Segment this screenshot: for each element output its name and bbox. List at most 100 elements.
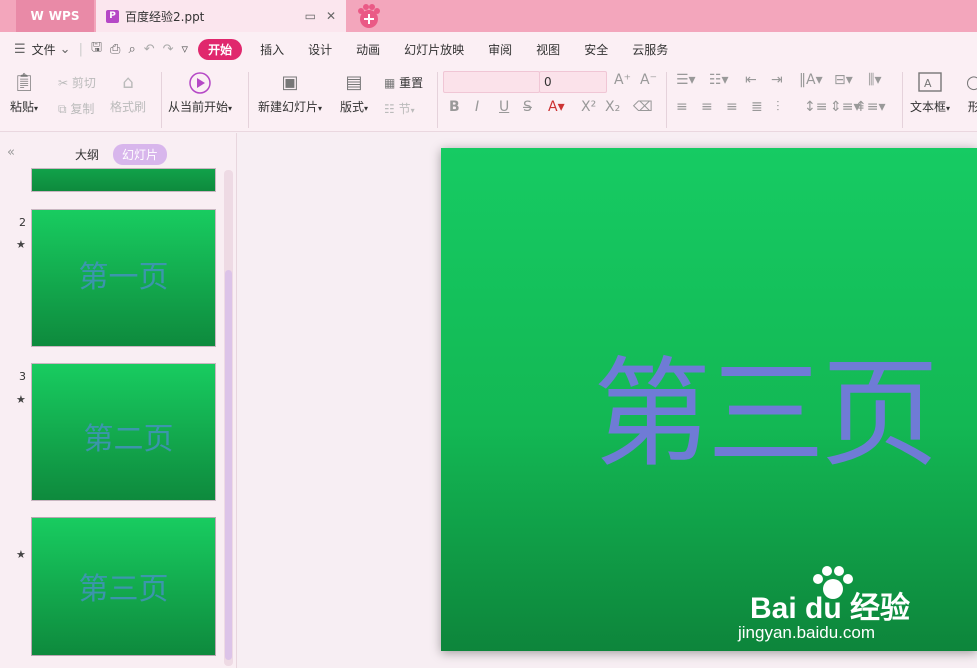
underline-icon[interactable]: U: [499, 99, 509, 115]
paste-button[interactable]: 📋︎ 粘贴▾: [10, 72, 38, 115]
shape-icon: ○: [966, 72, 977, 93]
italic-icon[interactable]: I: [475, 99, 479, 115]
layout-button[interactable]: ▤ 版式▾: [340, 72, 368, 115]
new-slide-label: 新建幻灯片: [258, 100, 319, 114]
tab-animation[interactable]: 动画: [344, 41, 392, 58]
wps-home-tab[interactable]: W WPS: [16, 0, 94, 32]
cut-label: 剪切: [71, 76, 96, 90]
play-from-current-label: 从当前开始: [168, 100, 229, 114]
increase-font-icon[interactable]: A⁺: [614, 72, 631, 88]
customize-toolbar-icon[interactable]: ▿: [182, 42, 189, 57]
font-size-value: 0: [544, 75, 552, 89]
copy-icon: ⧉: [58, 102, 67, 116]
new-slide-icon: ▣: [281, 72, 299, 93]
play-icon: [168, 72, 232, 94]
menu-bar: ☰ 文件 ⌄ | 🖫 ⎙ ⌕ ↶ ↷ ▿ 开始 插入 设计 动画 幻灯片放映 审…: [0, 32, 977, 66]
bold-icon[interactable]: B: [449, 99, 460, 115]
eraser-icon[interactable]: ⌫: [633, 99, 653, 115]
subscript-icon[interactable]: X₂: [605, 99, 620, 115]
hamburger-icon[interactable]: ☰: [14, 42, 26, 57]
copy-button[interactable]: ⧉ 复制: [58, 100, 94, 117]
svg-text:A: A: [924, 77, 932, 90]
numbered-list-icon[interactable]: ☷▾: [709, 72, 729, 88]
tab-home[interactable]: 开始: [198, 38, 243, 60]
brush-icon: ⌂: [122, 72, 134, 93]
font-name-select[interactable]: [443, 71, 540, 93]
section-icon: ☷: [384, 102, 395, 116]
close-tab-icon[interactable]: ✕: [326, 9, 336, 23]
slide-thumbnail[interactable]: 第一页: [31, 209, 216, 347]
distribute-icon[interactable]: ⫶: [776, 99, 780, 115]
play-from-current-button[interactable]: 从当前开始▾: [168, 72, 232, 115]
redo-icon[interactable]: ↷: [163, 42, 174, 57]
panel-scrollbar-thumb[interactable]: [225, 270, 232, 660]
slide-thumbnail-selected[interactable]: 第三页: [31, 517, 216, 656]
shape-button[interactable]: ○ 形: [966, 72, 977, 115]
font-color-icon[interactable]: A▾: [548, 99, 565, 115]
animation-star-icon: ★: [16, 548, 26, 561]
chevron-down-icon[interactable]: ⌄: [60, 42, 71, 57]
tab-outline[interactable]: 大纲: [75, 146, 99, 163]
save-icon[interactable]: 🖫: [91, 38, 102, 60]
superscript-icon[interactable]: X²: [581, 99, 596, 115]
slide-number: 2: [19, 216, 26, 229]
print-icon[interactable]: ⎙: [110, 42, 120, 57]
align-left-icon[interactable]: ≡: [676, 99, 688, 115]
bullet-list-icon[interactable]: ☰▾: [676, 72, 696, 88]
undo-icon[interactable]: ↶: [144, 42, 155, 57]
ribbon-divider: [902, 72, 903, 128]
text-box-button[interactable]: A 文本框▾: [910, 72, 950, 115]
font-size-select[interactable]: 0: [539, 71, 607, 93]
clipboard-icon: 📋︎: [12, 72, 36, 93]
animation-star-icon: ★: [16, 393, 26, 406]
tab-slideshow[interactable]: 幻灯片放映: [392, 41, 476, 58]
tab-review[interactable]: 审阅: [476, 41, 524, 58]
wps-logo-icon: W: [30, 9, 44, 23]
paste-label: 粘贴: [10, 100, 35, 114]
document-title: 百度经验2.ppt: [125, 9, 205, 24]
new-slide-button[interactable]: ▣ 新建幻灯片▾: [258, 72, 322, 115]
reset-button[interactable]: ▦ 重置: [384, 74, 423, 91]
section-button[interactable]: ☷ 节▾: [384, 100, 415, 117]
column-icon[interactable]: ⫼▾: [868, 72, 881, 88]
cut-button[interactable]: ✂ 剪切: [58, 74, 96, 91]
slide-thumbnail[interactable]: 第二页: [31, 363, 216, 501]
shape-label: 形: [967, 100, 977, 114]
section-label: 节: [398, 102, 411, 116]
document-tab[interactable]: P 百度经验2.ppt ▭ ✕: [96, 0, 346, 32]
monitor-icon[interactable]: ▭: [305, 9, 316, 23]
indent-options-icon[interactable]: ⇞≡▾: [855, 99, 886, 115]
justify-icon[interactable]: ≣: [751, 99, 763, 115]
ribbon: 📋︎ 粘贴▾ ✂ 剪切 ⧉ 复制 ⌂ 格式刷 从当前开始▾ ▣ 新建幻灯片▾ ▤…: [0, 66, 977, 132]
line-spacing-icon[interactable]: ↕≡: [804, 99, 827, 115]
format-painter-button[interactable]: ⌂ 格式刷: [110, 72, 146, 115]
text-box-label: 文本框: [910, 100, 947, 114]
watermark-logo: Bai du 经验: [750, 592, 911, 625]
watermark-url: jingyan.baidu.com: [738, 623, 876, 642]
decrease-indent-icon[interactable]: ⇤: [745, 72, 757, 88]
text-direction-icon[interactable]: ‖A▾: [799, 72, 823, 88]
reset-icon: ▦: [384, 76, 396, 90]
tab-insert[interactable]: 插入: [248, 41, 296, 58]
tab-slides[interactable]: 幻灯片: [113, 144, 168, 165]
tab-security[interactable]: 安全: [572, 41, 620, 58]
strikethrough-icon[interactable]: S̶: [523, 99, 532, 115]
increase-indent-icon[interactable]: ⇥: [771, 72, 783, 88]
decrease-font-icon[interactable]: A⁻: [640, 72, 657, 88]
print-preview-icon[interactable]: ⌕: [128, 42, 135, 57]
new-tab-button[interactable]: [353, 2, 385, 30]
tab-design[interactable]: 设计: [296, 41, 344, 58]
paw-plus-icon: [358, 4, 380, 28]
animation-star-icon: ★: [16, 238, 26, 251]
thumbnail-title: 第二页: [83, 422, 174, 457]
layout-icon: ▤: [345, 72, 363, 93]
align-center-icon[interactable]: ≡: [701, 99, 713, 115]
tab-view[interactable]: 视图: [524, 41, 572, 58]
collapse-panel-icon[interactable]: «: [7, 145, 15, 160]
slide-title[interactable]: 第三页: [593, 318, 939, 489]
menu-divider: |: [78, 41, 83, 57]
slide-thumbnail[interactable]: [31, 168, 216, 192]
align-text-icon[interactable]: ⊟▾: [834, 72, 853, 88]
align-right-icon[interactable]: ≡: [726, 99, 738, 115]
tab-cloud[interactable]: 云服务: [620, 41, 680, 58]
